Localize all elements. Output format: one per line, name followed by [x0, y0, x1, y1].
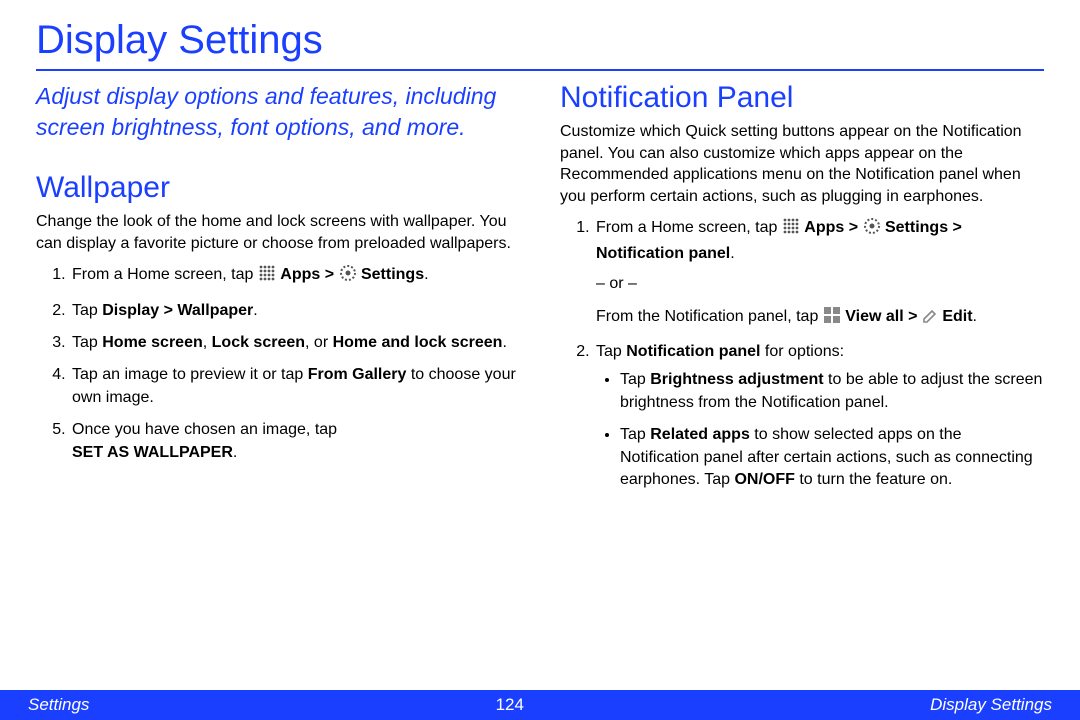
- wallpaper-step-5: Once you have chosen an image, tap SET A…: [70, 419, 520, 464]
- gt: >: [904, 308, 922, 325]
- dot: .: [233, 444, 237, 461]
- or-separator: – or –: [596, 273, 1044, 295]
- settings-gear-icon: [863, 217, 881, 242]
- right-column: Notification Panel Customize which Quick…: [560, 81, 1044, 501]
- apps-grid-icon: [782, 217, 800, 242]
- footer-right: Display Settings: [930, 695, 1052, 715]
- apps-grid-icon: [258, 264, 276, 289]
- dot: .: [730, 245, 734, 262]
- text: for options:: [760, 343, 844, 360]
- settings-label: Settings: [361, 266, 424, 283]
- text: From a Home screen, tap: [72, 266, 258, 283]
- dot: .: [253, 302, 257, 319]
- view-all-label: View all: [845, 308, 903, 325]
- intro-text: Adjust display options and features, inc…: [36, 81, 520, 143]
- wallpaper-desc: Change the look of the home and lock scr…: [36, 211, 520, 254]
- notification-step-2: Tap Notification panel for options: Tap …: [594, 341, 1044, 491]
- text: , or: [305, 334, 333, 351]
- gt: >: [948, 219, 962, 236]
- page-number: 124: [496, 695, 524, 715]
- notification-heading: Notification Panel: [560, 81, 1044, 115]
- notification-desc: Customize which Quick setting buttons ap…: [560, 121, 1044, 207]
- dot: .: [424, 266, 428, 283]
- view-all-tiles-icon: [823, 306, 841, 331]
- text: Tap: [620, 426, 650, 443]
- wallpaper-step-3: Tap Home screen, Lock screen, or Home an…: [70, 332, 520, 354]
- text: Tap: [620, 371, 650, 388]
- text: Tap: [72, 302, 102, 319]
- bold: ON/OFF: [734, 471, 794, 488]
- title-divider: [36, 69, 1044, 71]
- bold: From Gallery: [308, 366, 407, 383]
- wallpaper-steps: From a Home screen, tap Apps >: [36, 264, 520, 464]
- gt: >: [844, 219, 862, 236]
- text: ,: [203, 334, 212, 351]
- bold: Home screen: [102, 334, 203, 351]
- pencil-edit-icon: [922, 308, 938, 331]
- page-title: Display Settings: [36, 18, 1044, 63]
- apps-label: Apps: [280, 266, 320, 283]
- edit-label: Edit: [942, 308, 972, 325]
- settings-gear-icon: [339, 264, 357, 289]
- notification-bullets: Tap Brightness adjustment to be able to …: [596, 369, 1044, 491]
- np-label: Notification panel: [596, 245, 730, 262]
- text: Tap: [72, 334, 102, 351]
- bullet-brightness: Tap Brightness adjustment to be able to …: [620, 369, 1044, 414]
- dot: .: [502, 334, 506, 351]
- wallpaper-step-1: From a Home screen, tap Apps >: [70, 264, 520, 289]
- bullet-related-apps: Tap Related apps to show selected apps o…: [620, 424, 1044, 491]
- notification-step-1: From a Home screen, tap Apps >: [594, 217, 1044, 331]
- settings-label: Settings: [885, 219, 948, 236]
- apps-label: Apps: [804, 219, 844, 236]
- notification-steps: From a Home screen, tap Apps >: [560, 217, 1044, 491]
- two-column-layout: Adjust display options and features, inc…: [36, 81, 1044, 501]
- bold: Brightness adjustment: [650, 371, 823, 388]
- text: Tap an image to preview it or tap: [72, 366, 308, 383]
- bold: Display > Wallpaper: [102, 302, 253, 319]
- bold: SET AS WALLPAPER: [72, 444, 233, 461]
- bold: Lock screen: [212, 334, 305, 351]
- bold: Related apps: [650, 426, 750, 443]
- left-column: Adjust display options and features, inc…: [36, 81, 520, 501]
- gt: >: [320, 266, 338, 283]
- page-footer: Settings 124 Display Settings: [0, 690, 1080, 720]
- text: to turn the feature on.: [795, 471, 952, 488]
- footer-left: Settings: [28, 695, 89, 715]
- wallpaper-step-2: Tap Display > Wallpaper.: [70, 300, 520, 322]
- wallpaper-heading: Wallpaper: [36, 171, 520, 205]
- wallpaper-step-4: Tap an image to preview it or tap From G…: [70, 364, 520, 409]
- text: From the Notification panel, tap: [596, 308, 823, 325]
- text: Once you have chosen an image, tap: [72, 421, 337, 438]
- bold: Home and lock screen: [333, 334, 503, 351]
- text: Tap: [596, 343, 626, 360]
- text: From a Home screen, tap: [596, 219, 782, 236]
- dot: .: [973, 308, 977, 325]
- bold: Notification panel: [626, 343, 760, 360]
